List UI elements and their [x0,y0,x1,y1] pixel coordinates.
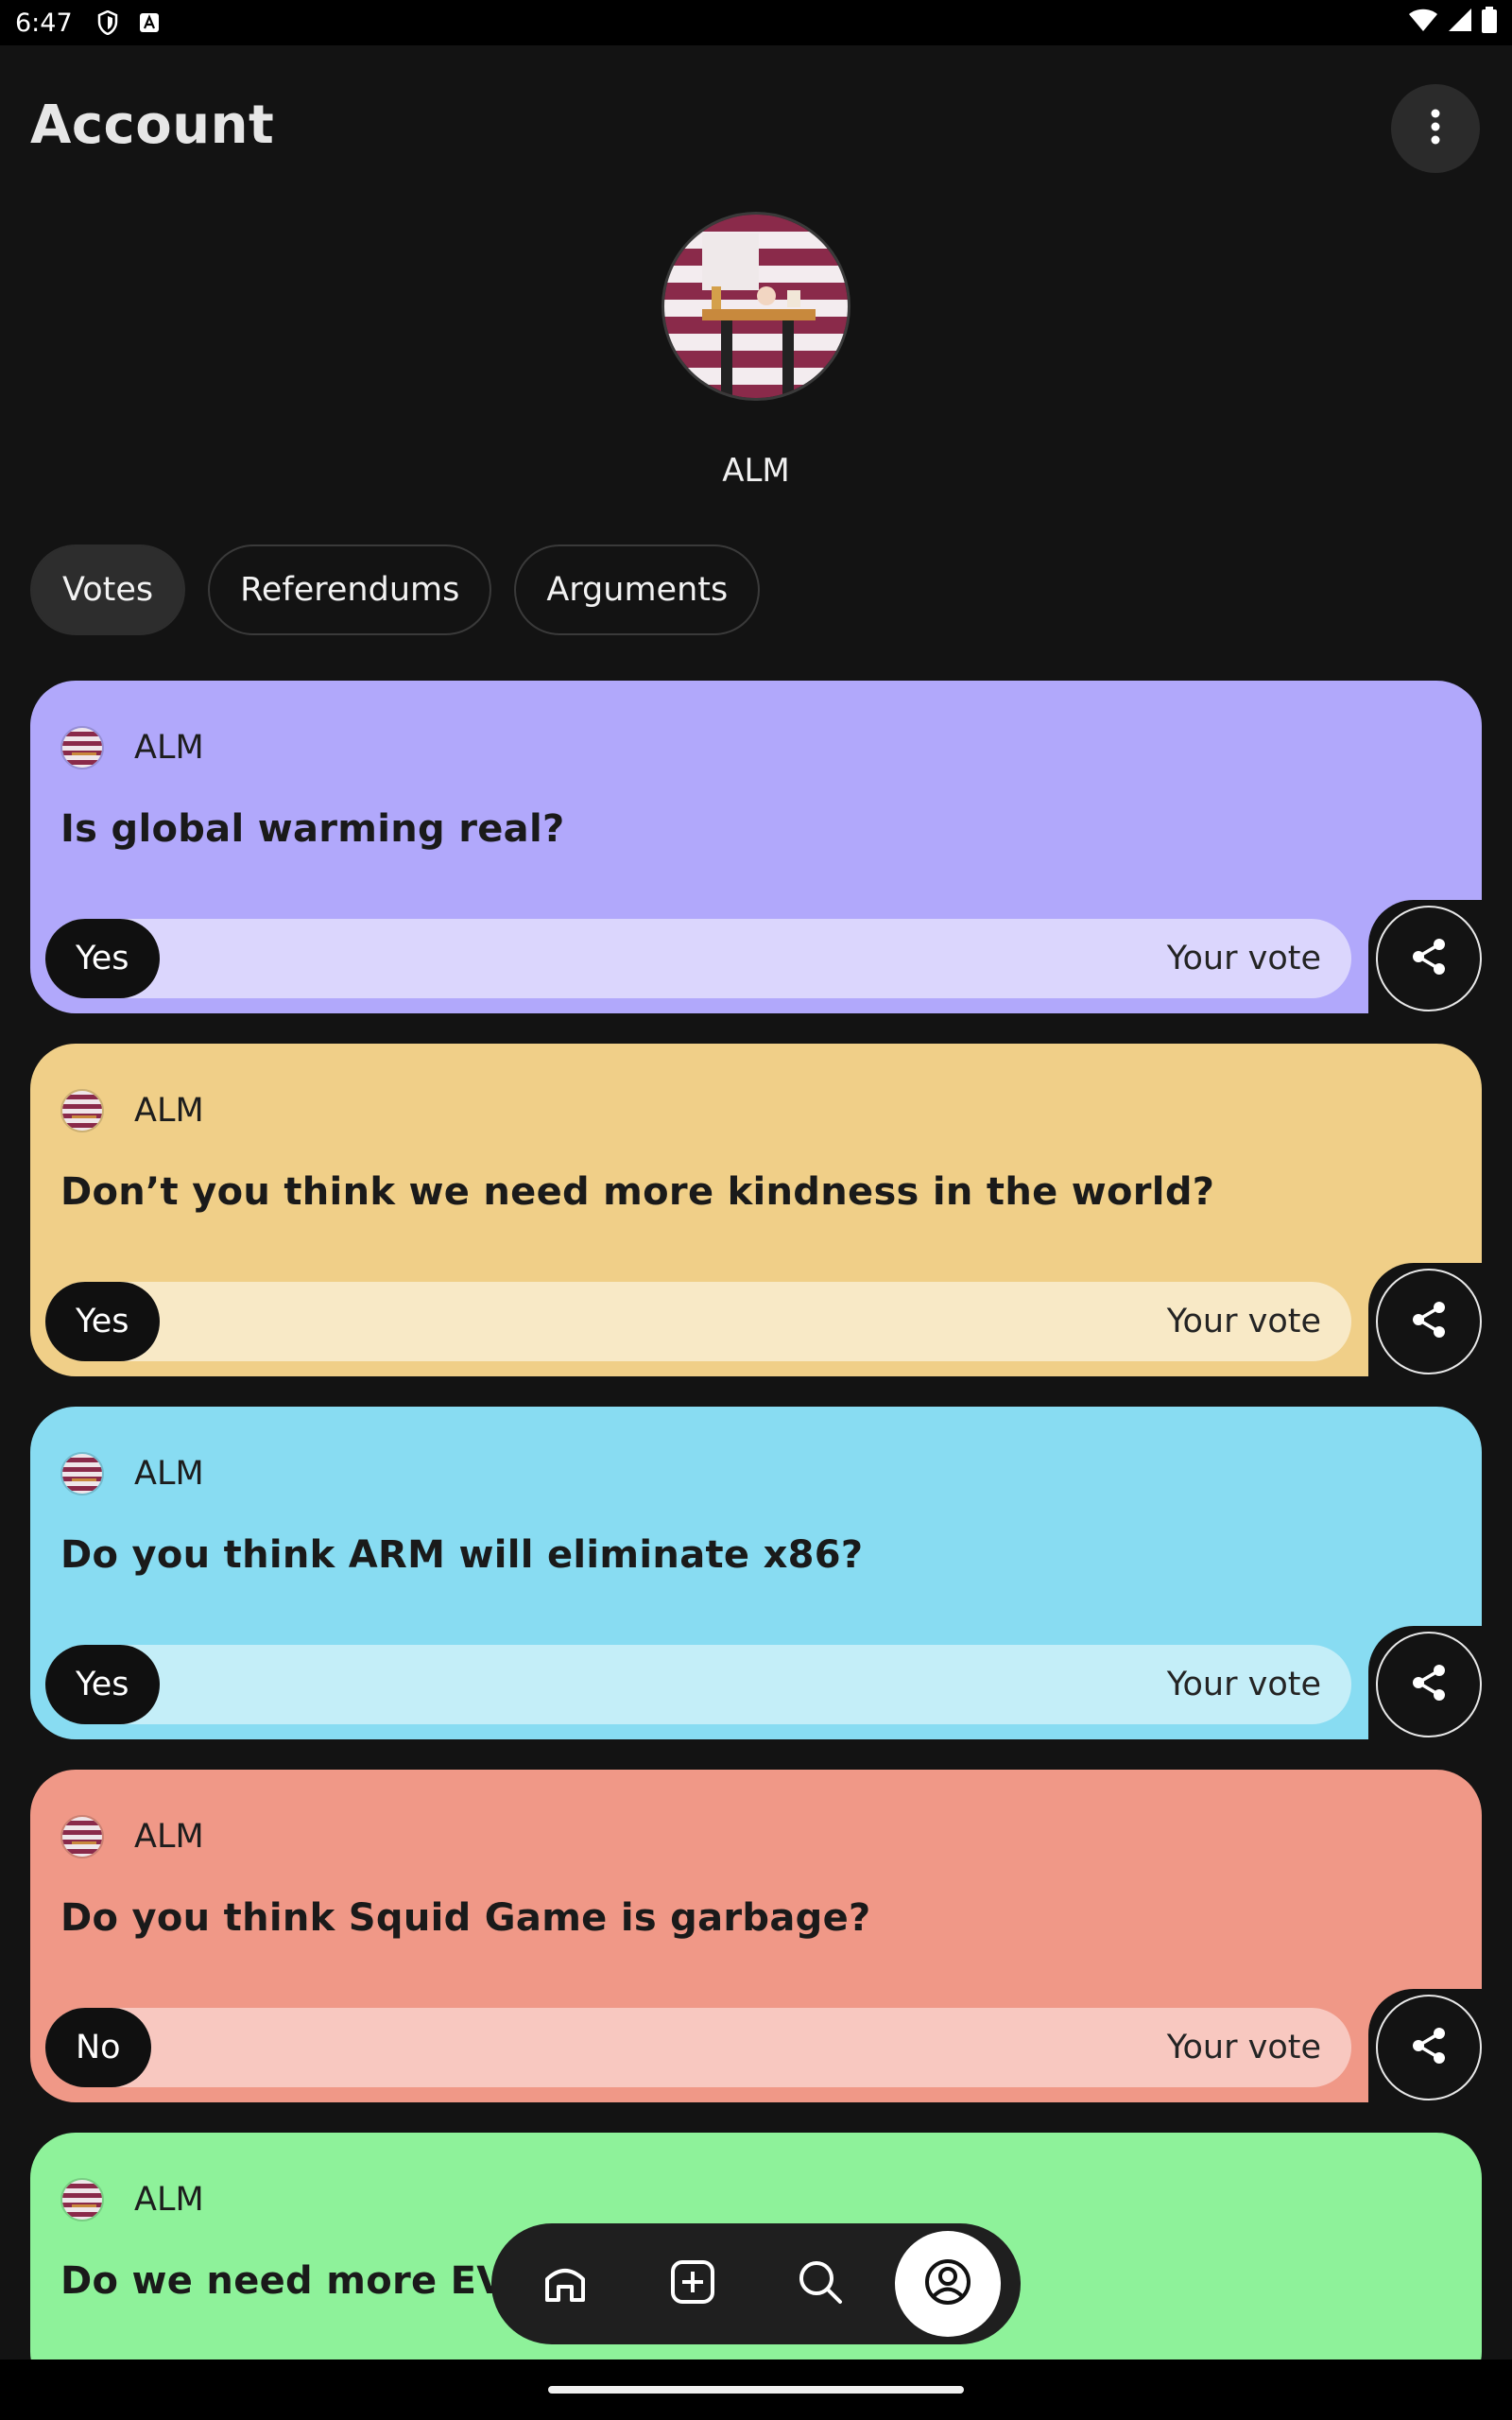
nav-search[interactable] [767,2231,873,2337]
author-avatar [60,1452,104,1495]
share-button[interactable] [1376,906,1482,1011]
add-icon [669,2258,716,2309]
question-text: Do we need more EVs? [60,2259,552,2303]
vote-answer-pill: Yes [45,1645,160,1724]
question-text: Do you think Squid Game is garbage? [60,1896,871,1940]
share-button[interactable] [1376,1269,1482,1374]
wifi-icon [1408,8,1438,39]
vote-card[interactable]: ALM Do you think ARM will eliminate x86?… [30,1407,1482,1739]
home-gesture-bar[interactable] [548,2386,964,2394]
share-button[interactable] [1376,1632,1482,1737]
vote-answer-pill: No [45,2008,151,2087]
content-filter-tabs: Votes Referendums Arguments [30,544,761,635]
bottom-navigation [491,2223,1021,2344]
vote-card[interactable]: ALM Don’t you think we need more kindnes… [30,1044,1482,1376]
tab-referendums[interactable]: Referendums [208,544,492,635]
author-name: ALM [134,1818,204,1856]
vote-answer-pill: Yes [45,1282,160,1361]
vote-card[interactable]: ALM Is global warming real? Yes Your vot… [30,681,1482,1013]
battery-icon [1482,6,1497,40]
author-avatar [60,2178,104,2221]
your-vote-label: Your vote [1166,2029,1321,2066]
your-vote-label: Your vote [1166,940,1321,977]
account-screen: 6:47 Account ALM Votes Referendums Argum… [0,0,1512,2420]
vote-card[interactable]: ALM Do you think Squid Game is garbage? … [30,1770,1482,2102]
your-vote-label: Your vote [1166,1666,1321,1703]
nav-create[interactable] [640,2231,746,2337]
author-name: ALM [134,729,204,767]
shield-icon [97,10,118,35]
share-icon [1408,2025,1450,2070]
more-options-button[interactable] [1391,84,1480,173]
share-icon [1408,936,1450,981]
author-avatar [60,1089,104,1132]
share-button[interactable] [1376,1995,1482,2100]
vote-answer-pill: Yes [45,919,160,998]
author-avatar [60,1815,104,1858]
status-right-group [1408,6,1497,40]
vote-result-bar: Yes Your vote [45,1645,1351,1724]
tab-votes[interactable]: Votes [30,544,186,635]
card-author: ALM [60,726,204,769]
question-text: Do you think ARM will eliminate x86? [60,1533,864,1577]
nav-account[interactable] [894,2231,1001,2337]
your-vote-label: Your vote [1166,1303,1321,1340]
tab-arguments[interactable]: Arguments [514,544,761,635]
notification-app-icon [139,12,160,33]
vote-result-bar: Yes Your vote [45,1282,1351,1361]
card-author: ALM [60,1815,204,1858]
author-name: ALM [134,1092,204,1130]
profile-username: ALM [722,452,790,490]
card-author: ALM [60,1089,204,1132]
author-name: ALM [134,1455,204,1493]
home-icon [540,2256,591,2311]
nav-home[interactable] [512,2231,618,2337]
more-vertical-icon [1430,108,1441,149]
status-time: 6:47 [15,8,73,38]
status-bar: 6:47 [0,0,1512,45]
page-title: Account [30,95,275,156]
share-icon [1408,1662,1450,1707]
share-icon [1408,1299,1450,1344]
card-author: ALM [60,2178,204,2221]
account-icon [923,2257,972,2310]
author-name: ALM [134,2181,204,2219]
vote-result-bar: Yes Your vote [45,919,1351,998]
vote-result-bar: No Your vote [45,2008,1351,2087]
search-icon [796,2257,845,2310]
card-author: ALM [60,1452,204,1495]
signal-icon [1448,8,1472,39]
profile-avatar[interactable] [662,212,850,401]
system-home-indicator [0,2360,1512,2420]
author-avatar [60,726,104,769]
question-text: Is global warming real? [60,807,565,851]
question-text: Don’t you think we need more kindness in… [60,1170,1215,1214]
